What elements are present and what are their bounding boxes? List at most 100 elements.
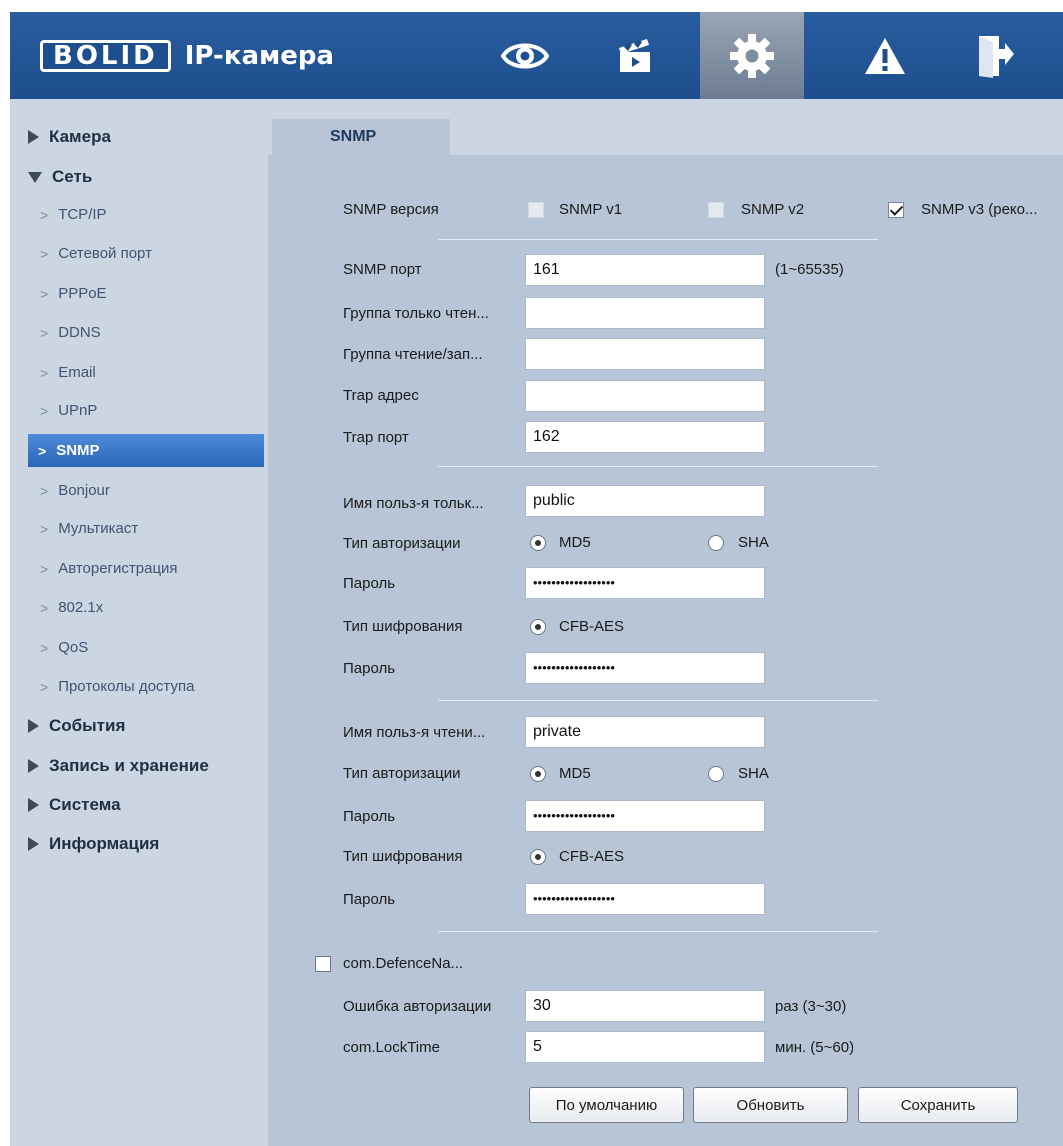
sidebar-group-events[interactable]: События (28, 716, 125, 736)
sidebar-item-upnp[interactable]: > UPnP (40, 402, 97, 419)
expand-arrow-icon (28, 719, 39, 733)
clapperboard-icon (619, 38, 650, 72)
lock-time-hint: мин. (5~60) (775, 1039, 855, 1056)
snmp-port-label: SNMP порт (343, 261, 422, 278)
rw-enc-cfbaes-label: CFB-AES (559, 848, 625, 865)
defence-checkbox[interactable] (315, 956, 331, 972)
sidebar-item-multicast[interactable]: > Мультикаст (40, 520, 138, 537)
warning-icon (865, 37, 905, 74)
sidebar-item-tcpip[interactable]: > TCP/IP (40, 206, 107, 223)
main-content: SNMP SNMP версия SNMP v1 SNMP v2 SNMP v3… (268, 99, 1063, 1146)
rw-password-label: Пароль (343, 808, 396, 825)
sidebar-group-camera[interactable]: Камера (28, 127, 111, 147)
chevron-right-icon: > (40, 402, 49, 419)
snmp-settings-panel: SNMP версия SNMP v1 SNMP v2 SNMP v3 (рек… (268, 155, 1063, 1146)
rw-password-input[interactable]: •••••••••••••••••• (525, 800, 765, 832)
chevron-right-icon: > (40, 599, 49, 616)
sidebar-group-label: Сеть (52, 167, 93, 186)
defence-label: com.DefenceNa... (343, 955, 464, 972)
settings-sidebar: Камера Сеть > TCP/IP > Сетевой порт > PPPoE… (10, 99, 268, 1146)
eye-icon (501, 43, 549, 68)
app-title: IP-камера (184, 41, 335, 71)
sidebar-item-bonjour[interactable]: > Bonjour (40, 482, 110, 499)
chevron-right-icon: > (40, 520, 49, 537)
divider (438, 466, 878, 467)
sidebar-item-email[interactable]: > Email (40, 364, 96, 381)
sidebar-item-label: 802.1x (58, 599, 104, 616)
ro-enc-cfbaes-radio[interactable] (530, 619, 546, 635)
rw-group-input[interactable] (525, 338, 765, 370)
sidebar-item-8021x[interactable]: >802.1x (40, 599, 103, 616)
tab-snmp[interactable]: SNMP (272, 119, 450, 155)
chevron-right-icon: > (40, 324, 49, 341)
read-group-input[interactable] (525, 297, 765, 329)
tab-bar: SNMP (268, 99, 1063, 155)
bolid-logo: BOLID (40, 40, 171, 72)
nav-playback[interactable] (590, 12, 680, 99)
sidebar-item-ddns[interactable]: > DDNS (40, 324, 101, 341)
sidebar-item-pppoe[interactable]: > PPPoE (40, 285, 107, 302)
sidebar-item-autoregister[interactable]: > Авторегистрация (40, 560, 178, 577)
divider (438, 931, 878, 932)
sidebar-item-qos[interactable]: > QoS (40, 639, 88, 656)
ro-enc-cfbaes-label: CFB-AES (559, 618, 625, 635)
default-button[interactable]: По умолчанию (529, 1087, 684, 1123)
auth-error-input[interactable]: 30 (525, 990, 765, 1022)
rw-auth-type-label: Тип авторизации (343, 765, 461, 782)
ro-auth-md5-radio[interactable] (530, 535, 546, 551)
divider (438, 239, 878, 240)
rw-enc-cfbaes-radio[interactable] (530, 849, 546, 865)
sidebar-item-network-port[interactable]: > Сетевой порт (40, 245, 152, 262)
chevron-right-icon: > (38, 442, 47, 459)
sidebar-item-label: Bonjour (58, 482, 110, 499)
auth-error-label: Ошибка авторизации (343, 998, 492, 1015)
ro-enc-password-input[interactable]: •••••••••••••••••• (525, 652, 765, 684)
nav-settings[interactable] (700, 12, 804, 99)
snmp-v3-label: SNMP v3 (реко... (921, 201, 1038, 218)
sidebar-item-label: Авторегистрация (58, 560, 178, 577)
ro-user-name-input[interactable]: public (525, 485, 765, 517)
snmp-v1-label: SNMP v1 (559, 201, 623, 218)
refresh-button[interactable]: Обновить (693, 1087, 848, 1123)
rw-auth-sha-radio[interactable] (708, 766, 724, 782)
expand-arrow-icon (28, 798, 39, 812)
lock-time-input[interactable]: 5 (525, 1031, 765, 1063)
sidebar-item-snmp[interactable]: > SNMP (28, 434, 264, 467)
snmp-port-input[interactable]: 161 (525, 254, 765, 286)
snmp-v3-checkbox[interactable] (888, 202, 904, 218)
rw-enc-password-label: Пароль (343, 891, 396, 908)
snmp-version-label: SNMP версия (343, 201, 439, 218)
rw-user-name-input[interactable]: private (525, 716, 765, 748)
sidebar-group-label: Информация (49, 834, 160, 853)
sidebar-item-label: QoS (58, 639, 89, 656)
rw-auth-md5-radio[interactable] (530, 766, 546, 782)
snmp-v2-checkbox[interactable] (708, 202, 724, 218)
sidebar-group-storage[interactable]: Запись и хранение (28, 756, 209, 776)
ro-user-name-label: Имя польз-я тольк... (343, 495, 484, 512)
nav-live-view[interactable] (480, 12, 570, 99)
ro-encryption-label: Тип шифрования (343, 618, 463, 635)
ro-password-input[interactable]: •••••••••••••••••• (525, 567, 765, 599)
ro-auth-md5-label: MD5 (559, 534, 591, 551)
chevron-right-icon: > (40, 206, 49, 223)
save-button[interactable]: Сохранить (858, 1087, 1018, 1123)
rw-enc-password-input[interactable]: •••••••••••••••••• (525, 883, 765, 915)
trap-port-input[interactable]: 162 (525, 421, 765, 453)
lock-time-label: com.LockTime (343, 1039, 440, 1056)
rw-group-label: Группа чтение/зап... (343, 346, 483, 363)
rw-auth-md5-label: MD5 (559, 765, 591, 782)
nav-alarm[interactable] (840, 12, 930, 99)
snmp-port-hint: (1~65535) (775, 261, 844, 278)
sidebar-group-info[interactable]: Информация (28, 834, 159, 854)
sidebar-item-access-protocols[interactable]: > Протоколы доступа (40, 678, 194, 695)
ro-auth-sha-radio[interactable] (708, 535, 724, 551)
sidebar-item-label: TCP/IP (58, 206, 107, 223)
sidebar-item-label: UPnP (58, 402, 98, 419)
sidebar-group-system[interactable]: Система (28, 795, 121, 815)
collapse-arrow-icon (28, 171, 42, 183)
snmp-v1-checkbox[interactable] (528, 202, 544, 218)
sidebar-group-network[interactable]: Сеть (28, 167, 92, 187)
trap-address-input[interactable] (525, 380, 765, 412)
nav-logout[interactable] (950, 12, 1040, 99)
ro-password-label: Пароль (343, 575, 396, 592)
